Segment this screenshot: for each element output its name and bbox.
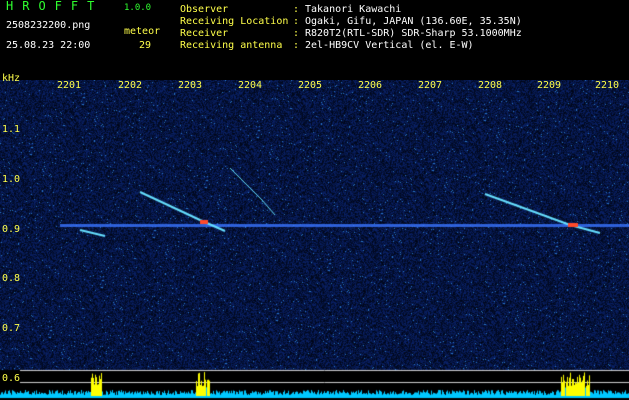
frequency-tick-label: 1.1 — [2, 124, 21, 135]
info-label-observer: Observer — [180, 4, 229, 15]
frequency-tick-label: 0.9 — [2, 224, 21, 235]
info-value-antenna: 2el-HB9CV Vertical (el. E-W) — [305, 40, 474, 51]
info-colon: : — [293, 4, 300, 15]
file-name: 2508232200.png — [6, 20, 91, 31]
info-label-receiver: Receiver — [180, 28, 229, 39]
observation-datetime: 25.08.23 22:00 — [6, 40, 91, 51]
app-version: 1.0.0 — [124, 3, 152, 13]
time-tick-label: 2206 — [358, 80, 383, 91]
info-colon: : — [293, 16, 300, 27]
frequency-tick-label: 0.8 — [2, 273, 21, 284]
info-colon: : — [293, 28, 300, 39]
header-panel: HROFFT 1.0.0 2508232200.png 25.08.23 22:… — [0, 0, 629, 80]
time-tick-label: 2204 — [238, 80, 263, 91]
meteor-count-label: meteor — [124, 26, 161, 37]
app-title: HROFFT — [6, 0, 104, 13]
frequency-tick-label: 1.0 — [2, 174, 21, 185]
time-tick-label: 2210 — [595, 80, 620, 91]
time-tick-label: 2208 — [478, 80, 503, 91]
time-tick-label: 2209 — [537, 80, 562, 91]
info-value-receiver: R820T2(RTL-SDR) SDR-Sharp 53.1000MHz — [305, 28, 522, 39]
meteor-count-value: 29 — [139, 40, 152, 51]
info-label-location: Receiving Location — [180, 16, 289, 27]
info-colon: : — [293, 40, 300, 51]
time-tick-label: 2202 — [118, 80, 143, 91]
time-tick-label: 2201 — [57, 80, 82, 91]
frequency-unit-label: kHz — [2, 73, 21, 84]
info-value-observer: Takanori Kawachi — [305, 4, 402, 15]
frequency-tick-label: 0.7 — [2, 323, 21, 334]
time-tick-label: 2207 — [418, 80, 443, 91]
spectrogram-display — [0, 80, 629, 400]
info-label-antenna: Receiving antenna — [180, 40, 283, 51]
time-tick-label: 2205 — [298, 80, 323, 91]
frequency-tick-label: 0.6 — [2, 373, 21, 384]
time-tick-label: 2203 — [178, 80, 203, 91]
info-value-location: Ogaki, Gifu, JAPAN (136.60E, 35.35N) — [305, 16, 522, 27]
